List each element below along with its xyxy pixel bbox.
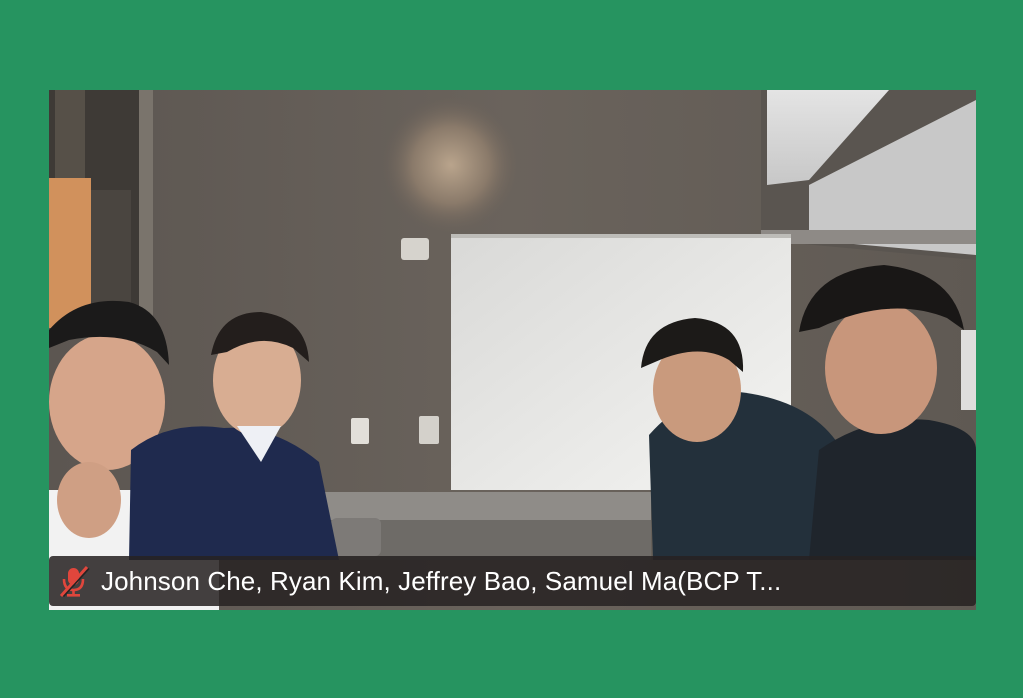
video-feed xyxy=(49,90,976,610)
participant-video-tile[interactable]: Johnson Che, Ryan Kim, Jeffrey Bao, Samu… xyxy=(49,90,976,610)
meeting-window: Johnson Che, Ryan Kim, Jeffrey Bao, Samu… xyxy=(0,0,1023,698)
participant-name-bar: Johnson Che, Ryan Kim, Jeffrey Bao, Samu… xyxy=(49,556,976,606)
participants-names-label: Johnson Che, Ryan Kim, Jeffrey Bao, Samu… xyxy=(101,566,782,596)
microphone-muted-icon xyxy=(55,561,93,601)
